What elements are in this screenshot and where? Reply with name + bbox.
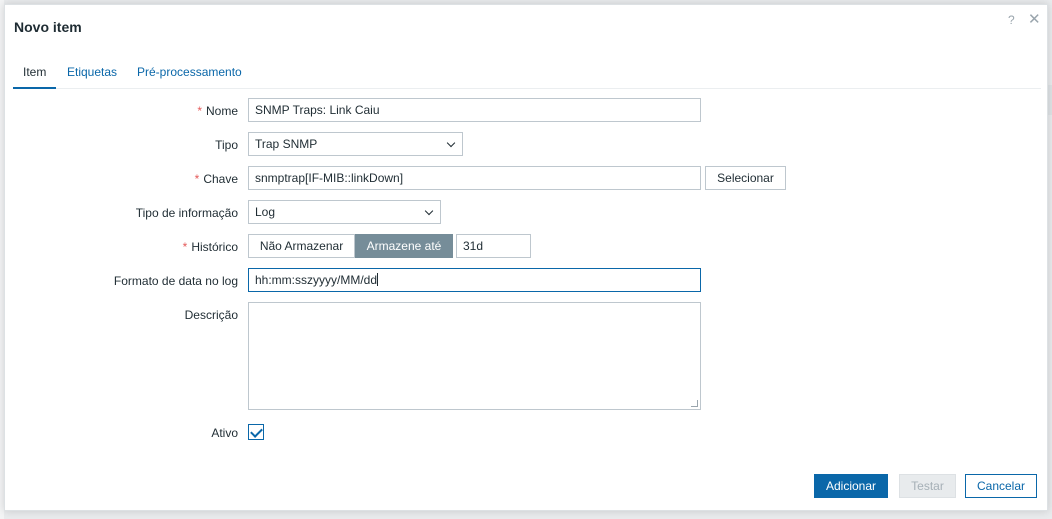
ativo-checkbox[interactable] bbox=[248, 424, 264, 440]
dialog-title: Novo item bbox=[14, 19, 82, 35]
nome-label: * Nome bbox=[197, 104, 238, 118]
text-cursor bbox=[377, 273, 379, 286]
chave-input[interactable]: snmptrap[IF-MIB::linkDown] bbox=[248, 166, 701, 190]
close-icon[interactable]: ✕ bbox=[1028, 10, 1041, 28]
formato-data-input[interactable]: hh:mm:sszyyyy/MM/dd bbox=[248, 268, 701, 292]
resize-handle-icon[interactable] bbox=[691, 400, 698, 407]
new-item-dialog: Novo item ? ✕ Item Etiquetas Pré-process… bbox=[4, 4, 1048, 511]
tipo-select[interactable]: Trap SNMP bbox=[248, 132, 463, 156]
selecionar-button[interactable]: Selecionar bbox=[705, 166, 786, 190]
tab-pre-processamento[interactable]: Pré-processamento bbox=[137, 65, 242, 89]
tipo-informacao-label: Tipo de informação bbox=[135, 206, 238, 220]
adicionar-button[interactable]: Adicionar bbox=[814, 474, 888, 498]
chave-label: * Chave bbox=[194, 172, 238, 186]
chevron-down-icon bbox=[424, 206, 434, 216]
nao-armazenar-option[interactable]: Não Armazenar bbox=[248, 234, 355, 258]
armazene-ate-option[interactable]: Armazene até bbox=[355, 234, 453, 258]
tipo-select-value: Trap SNMP bbox=[255, 137, 318, 151]
required-marker: * bbox=[182, 240, 188, 254]
required-marker: * bbox=[197, 104, 202, 118]
required-marker: * bbox=[194, 172, 200, 186]
tab-bar: Item Etiquetas Pré-processamento bbox=[13, 60, 1041, 89]
historico-label: * Histórico bbox=[182, 240, 238, 254]
testar-button[interactable]: Testar bbox=[899, 474, 956, 498]
historico-input[interactable]: 31d bbox=[456, 234, 531, 258]
question-mark-icon[interactable]: ? bbox=[1008, 13, 1015, 27]
tipo-label: Tipo bbox=[215, 138, 238, 152]
ativo-label: Ativo bbox=[211, 426, 238, 440]
tipo-informacao-select[interactable]: Log bbox=[248, 200, 441, 224]
descricao-textarea[interactable] bbox=[248, 302, 701, 410]
formato-data-value: hh:mm:sszyyyy/MM/dd bbox=[255, 273, 378, 287]
nome-input[interactable]: SNMP Traps: Link Caiu bbox=[248, 98, 701, 122]
tipo-informacao-value: Log bbox=[255, 205, 276, 219]
tab-item[interactable]: Item bbox=[13, 65, 57, 89]
tab-etiquetas[interactable]: Etiquetas bbox=[67, 65, 117, 89]
cancelar-button[interactable]: Cancelar bbox=[965, 474, 1037, 498]
descricao-label: Descrição bbox=[184, 308, 238, 322]
chevron-down-icon bbox=[446, 138, 456, 148]
formato-data-label: Formato de data no log bbox=[113, 274, 238, 288]
